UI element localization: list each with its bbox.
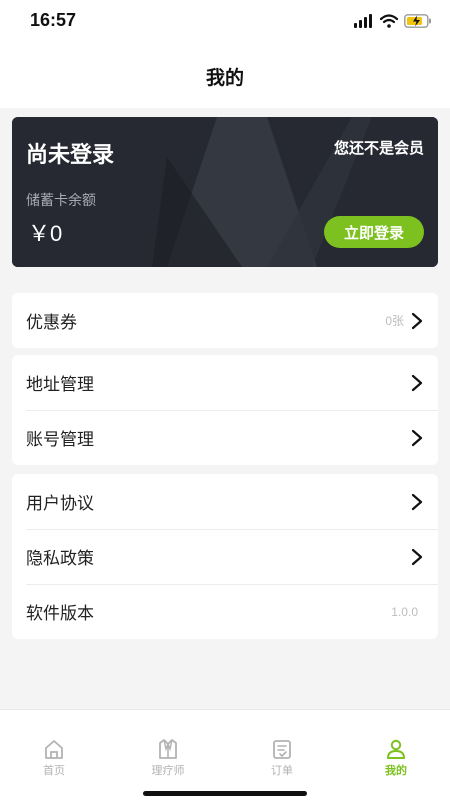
balance-value: ￥0 (28, 221, 63, 246)
status-icons (354, 12, 432, 30)
menu-item-privacy[interactable]: 隐私政策 (12, 529, 438, 584)
account-card: 尚未登录 您还不是会员 储蓄卡余额 ￥0 立即登录 (12, 117, 438, 267)
person-icon (387, 739, 405, 759)
status-bar: 16:57 (0, 0, 450, 44)
status-time: 16:57 (30, 10, 77, 30)
coat-icon (159, 739, 177, 759)
chevron-right-icon (411, 429, 423, 446)
login-status-title: 尚未登录 (26, 143, 115, 168)
address-label: 地址管理 (26, 375, 94, 395)
menu-group-manage: 地址管理 账号管理 (12, 355, 438, 465)
member-status: 您还不是会员 (333, 139, 424, 157)
tab-bar: 首页 理疗师 订单 我的 (0, 709, 450, 800)
privacy-label: 隐私政策 (26, 549, 94, 569)
home-icon (45, 740, 63, 759)
tab-mine[interactable]: 我的 (366, 738, 426, 778)
version-label: 软件版本 (26, 604, 94, 624)
menu-group-about: 用户协议 隐私政策 软件版本 1.0.0 (12, 474, 438, 639)
version-value: 1.0.0 (391, 604, 418, 619)
home-indicator (143, 791, 307, 796)
page-title: 我的 (205, 66, 244, 89)
account-label: 账号管理 (26, 430, 94, 450)
tab-therapist[interactable]: 理疗师 (138, 738, 198, 778)
chevron-right-icon (411, 374, 423, 391)
order-icon (273, 740, 291, 759)
menu-item-address[interactable]: 地址管理 (12, 355, 438, 410)
tab-orders[interactable]: 订单 (252, 738, 312, 778)
nav-bar: 我的 (0, 44, 450, 108)
wifi-icon (380, 14, 398, 28)
tab-home[interactable]: 首页 (24, 738, 84, 778)
balance-label: 储蓄卡余额 (26, 193, 96, 209)
tab-orders-label: 订单 (271, 764, 293, 777)
menu-group-coupon: 优惠券 0张 (12, 293, 438, 348)
battery-icon (404, 14, 431, 28)
menu-item-version: 软件版本 1.0.0 (12, 584, 438, 639)
login-button[interactable]: 立即登录 (324, 216, 424, 248)
chevron-right-icon (411, 312, 423, 329)
coupon-count: 0张 (385, 314, 404, 328)
tab-mine-label: 我的 (385, 764, 407, 777)
menu-item-user-agreement[interactable]: 用户协议 (12, 474, 438, 529)
menu-item-account[interactable]: 账号管理 (12, 410, 438, 465)
signal-icon (354, 14, 372, 28)
user-agreement-label: 用户协议 (26, 494, 94, 514)
tab-therapist-label: 理疗师 (151, 764, 185, 777)
coupon-label: 优惠券 (26, 313, 77, 333)
chevron-right-icon (411, 548, 423, 565)
chevron-right-icon (411, 493, 423, 510)
tab-home-label: 首页 (43, 764, 65, 777)
menu-item-coupon[interactable]: 优惠券 0张 (12, 293, 438, 348)
